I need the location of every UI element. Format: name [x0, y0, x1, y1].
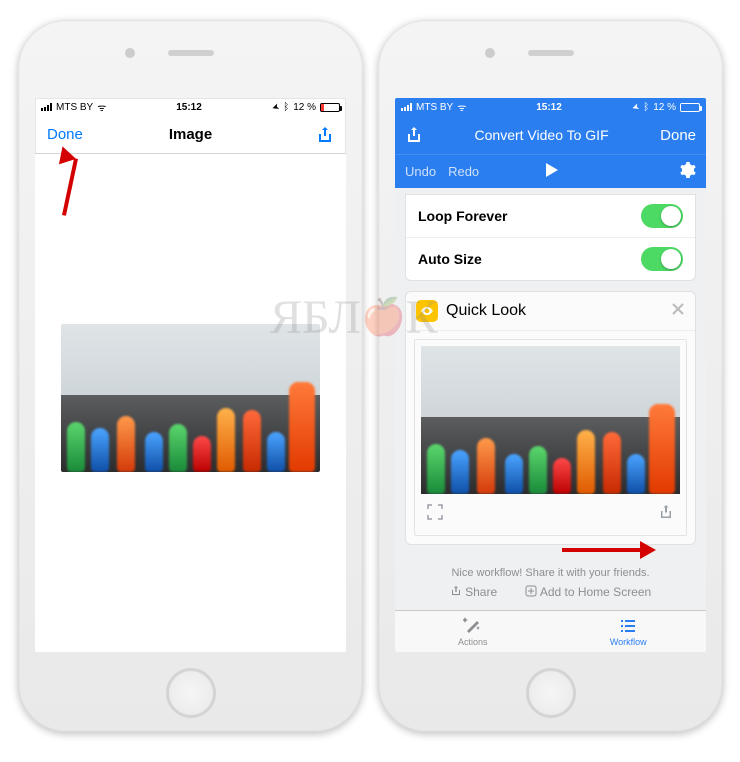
nav-bar: Convert Video To GIF Done	[395, 116, 706, 154]
share-icon	[450, 585, 462, 597]
loop-forever-row: Loop Forever	[406, 195, 695, 237]
footer-addhome-button[interactable]: Add to Home Screen	[525, 585, 651, 599]
tab-actions-label: Actions	[458, 637, 488, 647]
share-icon	[658, 504, 674, 520]
footer-share-button[interactable]: Share	[450, 585, 497, 599]
undo-button[interactable]: Undo	[405, 164, 436, 179]
image-preview[interactable]	[61, 324, 320, 472]
tab-bar: Actions Workflow	[395, 610, 706, 652]
quicklook-tools	[421, 494, 680, 535]
status-time: 15:12	[536, 102, 562, 113]
carrier-label: MTS BY	[56, 102, 93, 113]
status-bar: MTS BY ᯤ 15:12 ➤ ᛒ 12 %	[35, 98, 346, 116]
iphone-right: MTS BY ᯤ 15:12 ➤ ᛒ 12 % Convert Video To…	[378, 20, 723, 732]
quicklook-close[interactable]	[671, 302, 685, 321]
play-button[interactable]	[543, 162, 559, 181]
footer-actions: Share Add to Home Screen	[395, 585, 706, 605]
editor-toolbar: Undo Redo	[395, 154, 706, 188]
signal-icon	[401, 103, 412, 111]
share-icon	[316, 126, 334, 144]
carrier-label: MTS BY	[416, 102, 453, 113]
battery-pct: 12 %	[293, 102, 316, 113]
tab-workflow-label: Workflow	[610, 637, 647, 647]
battery-icon	[680, 103, 700, 112]
quicklook-share-button[interactable]	[658, 504, 674, 525]
home-button[interactable]	[166, 668, 216, 718]
wifi-icon: ᯤ	[457, 100, 466, 114]
close-icon	[671, 302, 685, 316]
status-time: 15:12	[176, 102, 202, 113]
quicklook-preview	[414, 339, 687, 536]
quicklook-thumbnail[interactable]	[421, 346, 680, 494]
loop-forever-toggle[interactable]	[641, 204, 683, 228]
play-icon	[543, 162, 559, 178]
quicklook-title: Quick Look	[446, 302, 526, 320]
settings-button[interactable]	[678, 161, 696, 182]
share-icon	[405, 126, 423, 144]
quicklook-card: Quick Look	[405, 291, 696, 545]
footer-addhome-label: Add to Home Screen	[540, 585, 651, 599]
nav-title: Image	[103, 126, 278, 143]
bluetooth-icon: ᛒ	[643, 102, 649, 113]
location-icon: ➤	[270, 101, 281, 114]
wand-icon	[463, 617, 483, 635]
annotation-arrow-right	[562, 540, 662, 560]
status-bar: MTS BY ᯤ 15:12 ➤ ᛒ 12 %	[395, 98, 706, 116]
plus-square-icon	[525, 585, 537, 597]
iphone-left: MTS BY ᯤ 15:12 ➤ ᛒ 12 % Done Image	[18, 20, 363, 732]
expand-icon	[427, 504, 443, 520]
quicklook-icon	[416, 300, 438, 322]
screen-right: MTS BY ᯤ 15:12 ➤ ᛒ 12 % Convert Video To…	[395, 98, 706, 652]
list-icon	[618, 617, 638, 635]
done-button[interactable]: Done	[47, 126, 103, 143]
footer-share-label: Share	[465, 585, 497, 599]
quicklook-header: Quick Look	[406, 292, 695, 331]
stage: MTS BY ᯤ 15:12 ➤ ᛒ 12 % Done Image	[0, 0, 740, 762]
tab-workflow[interactable]: Workflow	[551, 611, 707, 652]
tab-actions[interactable]: Actions	[395, 611, 551, 652]
nav-title: Convert Video To GIF	[423, 127, 660, 143]
content-area	[35, 154, 346, 652]
loop-forever-label: Loop Forever	[418, 208, 507, 224]
battery-pct: 12 %	[653, 102, 676, 113]
auto-size-label: Auto Size	[418, 251, 482, 267]
share-button[interactable]	[278, 125, 334, 143]
gear-icon	[678, 161, 696, 179]
wifi-icon: ᯤ	[97, 100, 106, 114]
home-button[interactable]	[526, 668, 576, 718]
done-button[interactable]: Done	[660, 127, 696, 144]
battery-icon	[320, 103, 340, 112]
share-button[interactable]	[405, 126, 423, 144]
auto-size-row: Auto Size	[406, 237, 695, 280]
expand-button[interactable]	[427, 504, 443, 525]
location-icon: ➤	[630, 101, 641, 114]
annotation-arrow-left	[46, 148, 96, 218]
auto-size-toggle[interactable]	[641, 247, 683, 271]
redo-button[interactable]: Redo	[448, 164, 479, 179]
signal-icon	[41, 103, 52, 111]
settings-card: Loop Forever Auto Size	[405, 194, 696, 281]
bluetooth-icon: ᛒ	[283, 102, 289, 113]
